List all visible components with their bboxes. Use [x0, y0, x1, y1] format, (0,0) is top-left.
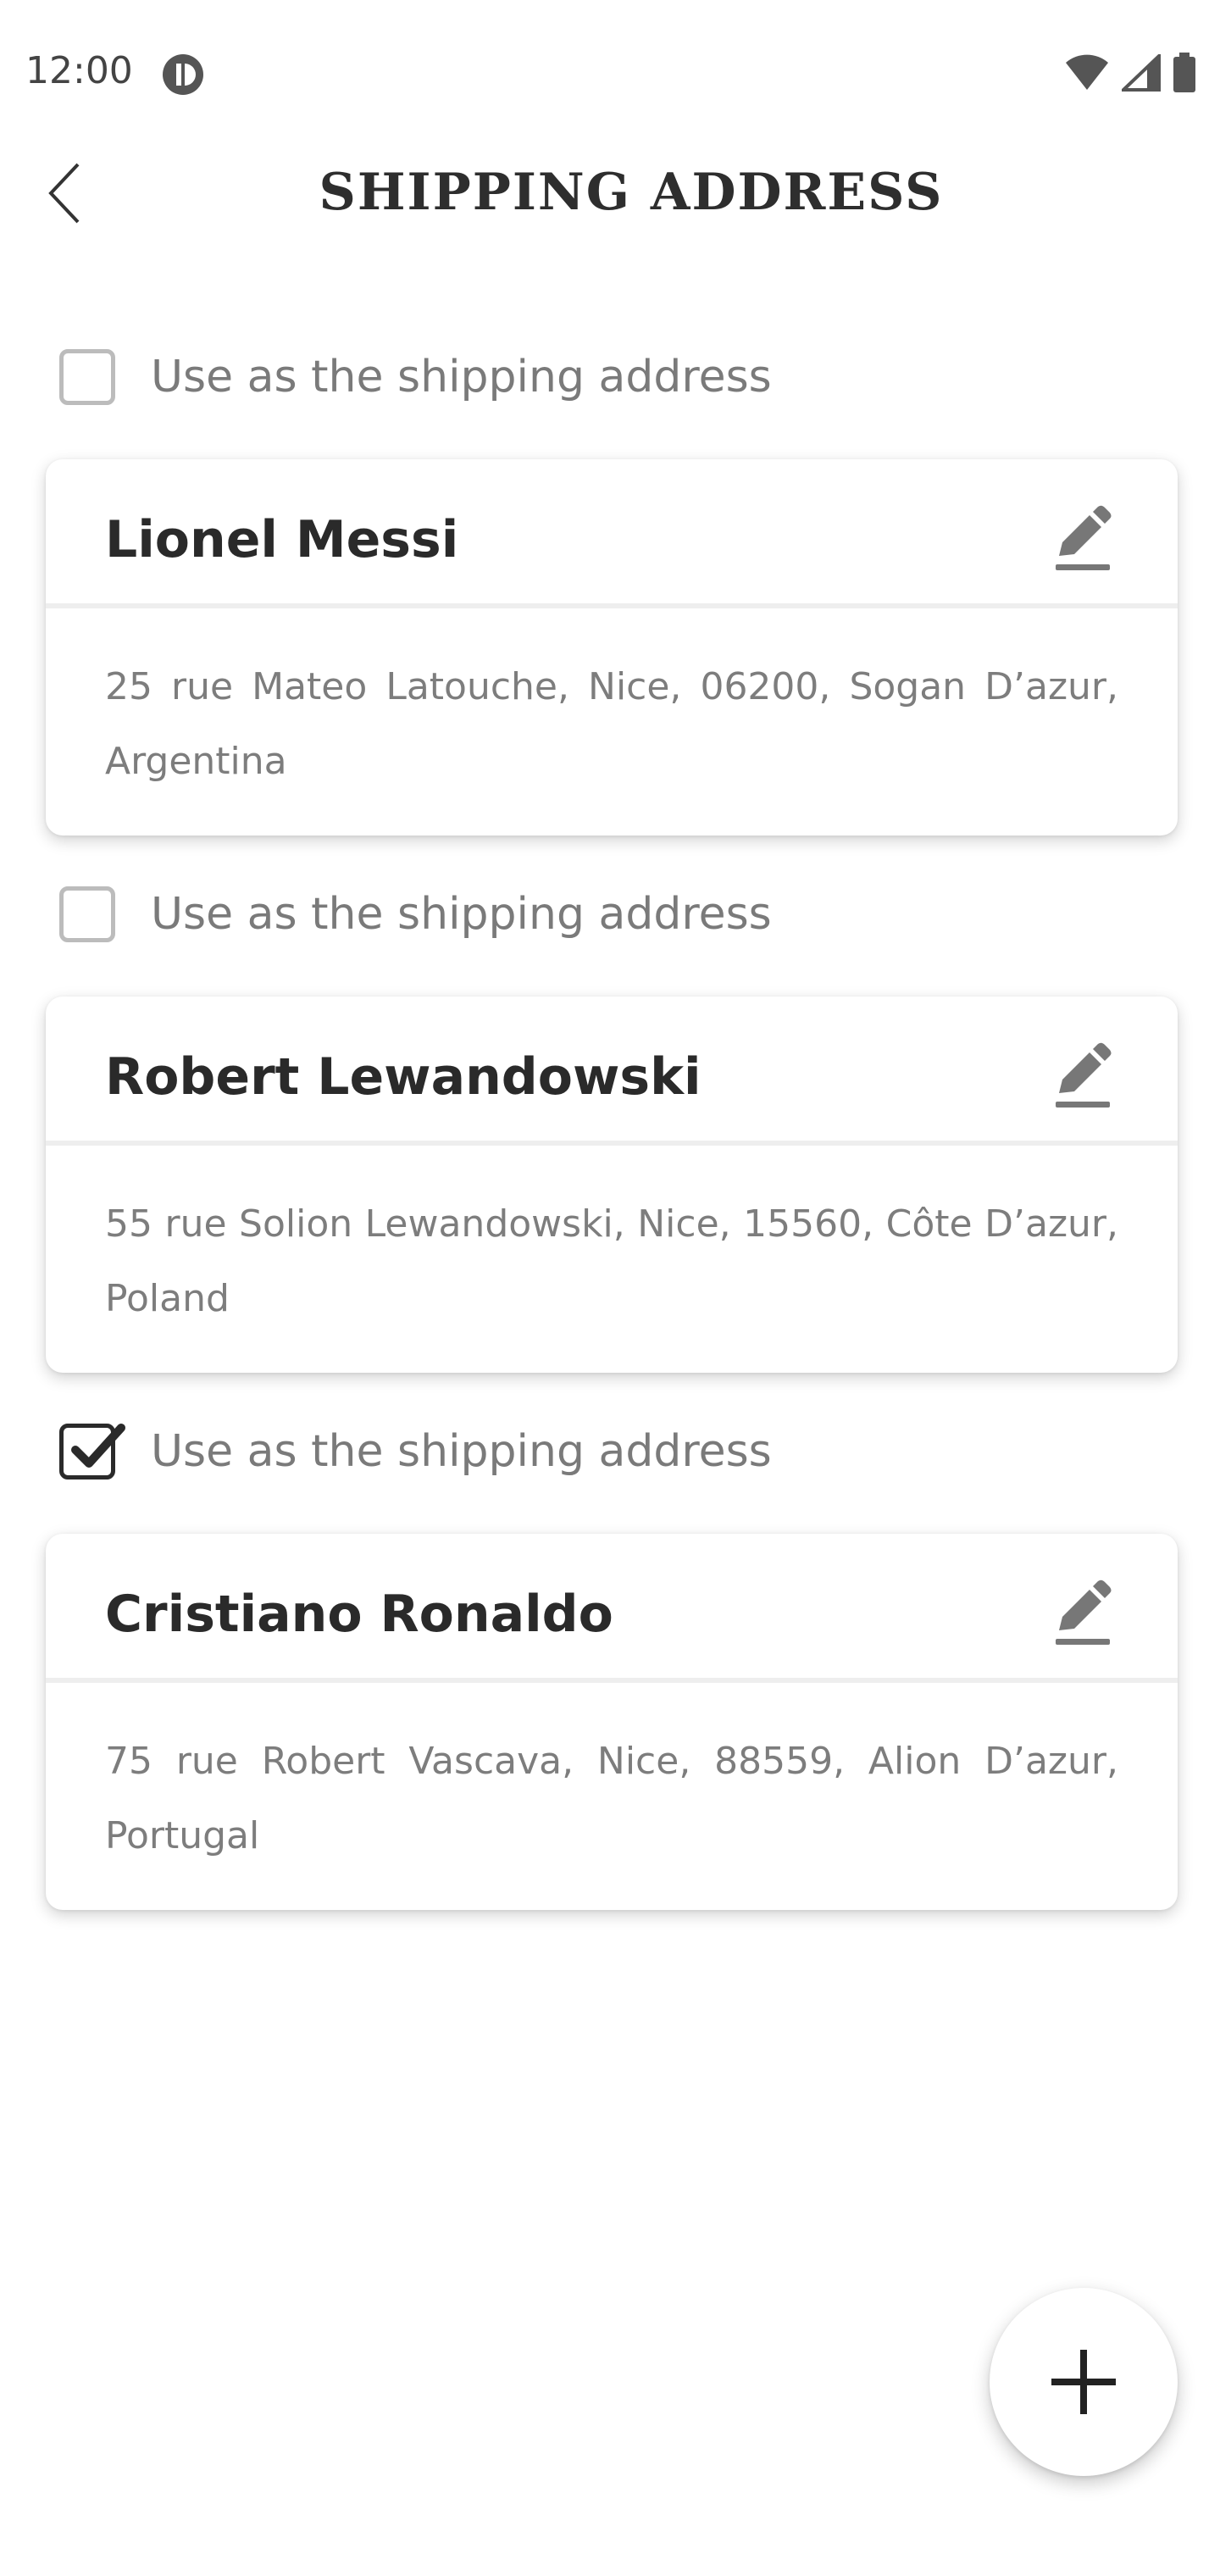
add-address-button[interactable]	[990, 2288, 1178, 2476]
signal-icon	[1119, 52, 1161, 95]
shipping-address-screen: 12:00 SHIPPING ADDRESS Use as the shippi…	[0, 0, 1220, 2576]
wifi-icon	[1064, 54, 1110, 95]
checkmark-icon	[71, 1424, 125, 1468]
address-text: 75 rue Robert Vascava, Nice, 88559, Alio…	[105, 1740, 1118, 1857]
shipping-checkbox-label: Use as the shipping address	[151, 889, 772, 940]
recipient-name: Lionel Messi	[105, 510, 459, 569]
card-header: Robert Lewandowski	[46, 997, 1178, 1146]
edit-address-button[interactable]	[1051, 1576, 1118, 1652]
address-card[interactable]: Lionel Messi 25 rue Mateo Latouche, Nice…	[46, 459, 1178, 836]
checkbox-unchecked[interactable]	[59, 886, 115, 942]
recipient-name: Cristiano Ronaldo	[105, 1585, 613, 1644]
shipping-checkbox-label: Use as the shipping address	[151, 1426, 772, 1477]
card-header: Lionel Messi	[46, 459, 1178, 608]
status-icons	[1064, 52, 1196, 97]
recipient-name: Robert Lewandowski	[105, 1047, 702, 1107]
shipping-checkbox-label: Use as the shipping address	[151, 352, 772, 402]
app-notification-icon	[161, 53, 205, 97]
address-text: 25 rue Mateo Latouche, Nice, 06200, Soga…	[105, 665, 1118, 783]
checkbox-unchecked[interactable]	[59, 349, 115, 405]
pencil-icon	[1056, 1579, 1112, 1645]
page-title: SHIPPING ADDRESS	[319, 163, 944, 222]
pencil-icon	[1056, 1042, 1112, 1108]
edit-address-button[interactable]	[1051, 502, 1118, 578]
status-bar: 12:00	[0, 0, 1220, 144]
use-as-shipping-checkbox[interactable]: Use as the shipping address	[59, 1413, 772, 1490]
battery-icon	[1173, 53, 1196, 97]
plus-icon	[1051, 2350, 1116, 2414]
status-time: 12:00	[25, 49, 133, 92]
pencil-icon	[1056, 505, 1112, 570]
use-as-shipping-checkbox[interactable]: Use as the shipping address	[59, 876, 772, 952]
top-app-bar: SHIPPING ADDRESS	[0, 144, 1220, 246]
address-card[interactable]: Cristiano Ronaldo 75 rue Robert Vascava,…	[46, 1534, 1178, 1910]
use-as-shipping-checkbox[interactable]: Use as the shipping address	[59, 339, 772, 415]
checkbox-checked[interactable]	[59, 1424, 125, 1480]
address-text: 55 rue Solion Lewandowski, Nice, 15560, …	[105, 1202, 1118, 1320]
edit-address-button[interactable]	[1051, 1039, 1118, 1115]
address-card[interactable]: Robert Lewandowski 55 rue Solion Lewando…	[46, 997, 1178, 1373]
card-header: Cristiano Ronaldo	[46, 1534, 1178, 1683]
